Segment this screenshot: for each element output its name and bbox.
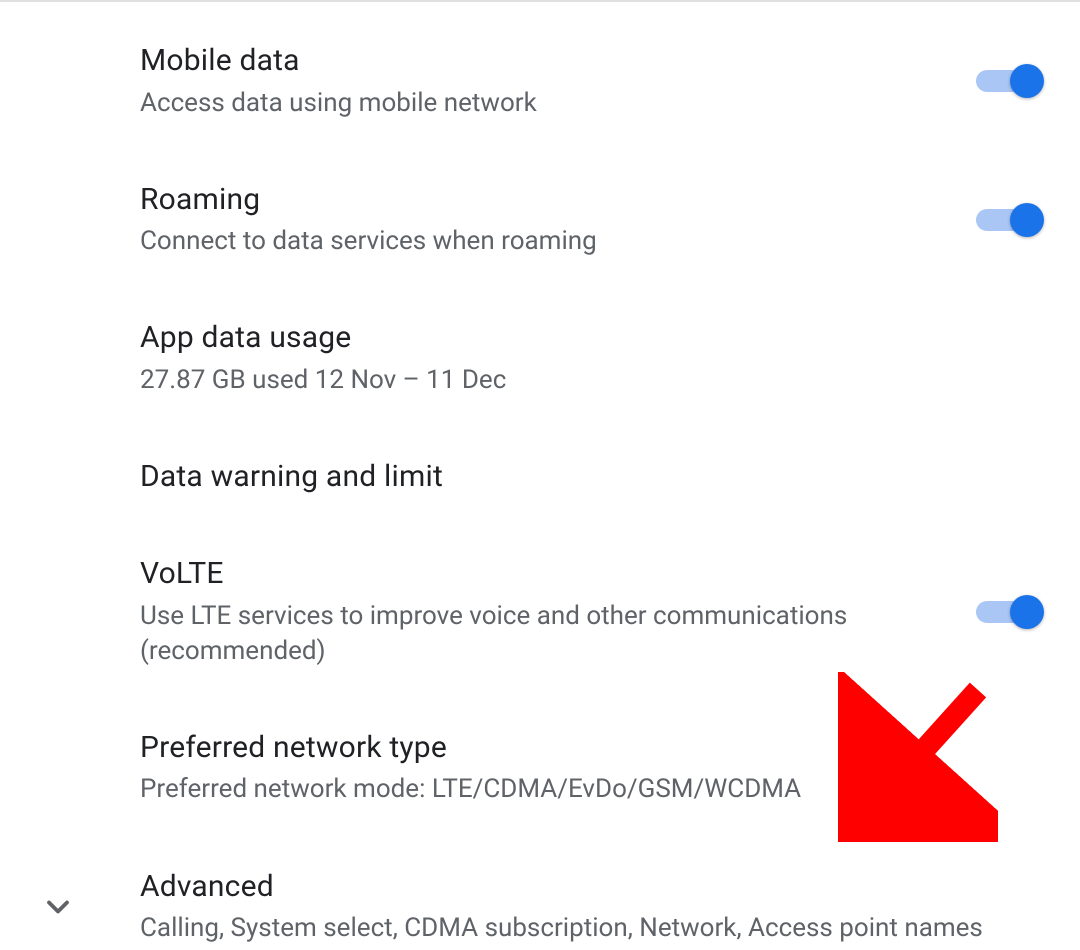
toggle-thumb	[1010, 64, 1044, 98]
setting-text: Roaming Connect to data services when ro…	[140, 181, 956, 260]
toggle-thumb	[1010, 595, 1044, 629]
setting-text: App data usage 27.87 GB used 12 Nov – 11…	[140, 319, 1040, 398]
setting-title: Preferred network type	[140, 729, 1040, 767]
toggle-volte[interactable]	[976, 592, 1040, 632]
setting-text: Preferred network type Preferred network…	[140, 729, 1040, 808]
setting-subtitle: Preferred network mode: LTE/CDMA/EvDo/GS…	[140, 772, 860, 807]
setting-subtitle: 27.87 GB used 12 Nov – 11 Dec	[140, 363, 860, 398]
setting-text: VoLTE Use LTE services to improve voice …	[140, 555, 956, 669]
setting-title: App data usage	[140, 319, 1040, 357]
setting-subtitle: Connect to data services when roaming	[140, 224, 860, 259]
setting-title: Data warning and limit	[140, 458, 1040, 496]
setting-advanced[interactable]: Advanced Calling, System select, CDMA su…	[0, 838, 1080, 950]
setting-volte[interactable]: VoLTE Use LTE services to improve voice …	[0, 525, 1080, 699]
setting-subtitle: Use LTE services to improve voice and ot…	[140, 599, 860, 669]
setting-text: Advanced Calling, System select, CDMA su…	[140, 868, 1040, 947]
setting-title: Mobile data	[140, 42, 956, 80]
setting-roaming[interactable]: Roaming Connect to data services when ro…	[0, 151, 1080, 290]
setting-text: Mobile data Access data using mobile net…	[140, 42, 956, 121]
chevron-down-icon	[40, 889, 76, 925]
toggle-thumb	[1010, 203, 1044, 237]
setting-mobile-data[interactable]: Mobile data Access data using mobile net…	[0, 12, 1080, 151]
setting-data-warning-limit[interactable]: Data warning and limit	[0, 428, 1080, 526]
toggle-mobile-data[interactable]	[976, 61, 1040, 101]
setting-subtitle: Access data using mobile network	[140, 86, 860, 121]
setting-title: VoLTE	[140, 555, 956, 593]
setting-text: Data warning and limit	[140, 458, 1040, 496]
settings-list: Mobile data Access data using mobile net…	[0, 2, 1080, 950]
setting-subtitle: Calling, System select, CDMA subscriptio…	[140, 911, 1040, 946]
setting-preferred-network-type[interactable]: Preferred network type Preferred network…	[0, 699, 1080, 838]
toggle-roaming[interactable]	[976, 200, 1040, 240]
setting-title: Advanced	[140, 868, 1040, 906]
setting-title: Roaming	[140, 181, 956, 219]
setting-app-data-usage[interactable]: App data usage 27.87 GB used 12 Nov – 11…	[0, 289, 1080, 428]
